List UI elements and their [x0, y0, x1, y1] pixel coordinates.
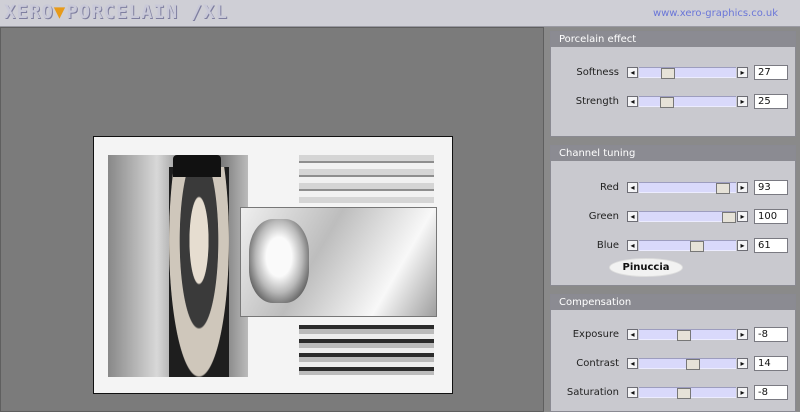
value-field[interactable]: 14	[754, 356, 788, 371]
slider-track[interactable]	[639, 329, 736, 341]
title-bar: XERO▼PORCELAIN /XL www.xero-graphics.co.…	[0, 0, 800, 27]
increment-icon[interactable]: ▸	[737, 358, 748, 369]
increment-icon[interactable]: ▸	[737, 211, 748, 222]
decrement-icon[interactable]: ◂	[627, 240, 638, 251]
value-field[interactable]: 27	[754, 65, 788, 80]
slider-blue: Blue ◂ ▸ 61	[551, 238, 797, 254]
slider-thumb[interactable]	[686, 359, 700, 370]
slider-label: Exposure	[572, 329, 619, 340]
value-field[interactable]: -8	[754, 385, 788, 400]
decrement-icon[interactable]: ◂	[627, 182, 638, 193]
decrement-icon[interactable]: ◂	[627, 67, 638, 78]
increment-icon[interactable]: ▸	[737, 387, 748, 398]
slider-track[interactable]	[639, 240, 736, 252]
slider-thumb[interactable]	[722, 212, 736, 223]
panel-porcelain-effect: Porcelain effect Softness ◂ ▸ 27 Strengt…	[550, 31, 796, 137]
preview-strip-bottom	[299, 325, 434, 375]
slider-track[interactable]	[639, 182, 736, 194]
slider-thumb[interactable]	[677, 330, 691, 341]
slider-thumb[interactable]	[677, 388, 691, 399]
slider-track[interactable]	[639, 358, 736, 370]
logo-text: XERO	[4, 1, 54, 23]
value-field[interactable]: 25	[754, 94, 788, 109]
value-field[interactable]: 93	[754, 180, 788, 195]
slider-thumb[interactable]	[661, 68, 675, 79]
decrement-icon[interactable]: ◂	[627, 96, 638, 107]
preview-image	[93, 136, 453, 394]
panel-title: Channel tuning	[551, 146, 795, 161]
slider-thumb[interactable]	[690, 241, 704, 252]
panel-compensation: Compensation Exposure ◂ ▸ -8 Contrast ◂ …	[550, 294, 796, 412]
slider-label: Contrast	[576, 358, 619, 369]
decrement-icon[interactable]: ◂	[627, 387, 638, 398]
panel-channel-tuning: Channel tuning Red ◂ ▸ 93 Green ◂ ▸ 100 …	[550, 145, 796, 286]
slider-track[interactable]	[639, 211, 736, 223]
slider-contrast: Contrast ◂ ▸ 14	[551, 356, 797, 372]
slider-track[interactable]	[639, 387, 736, 399]
slider-label: Red	[600, 182, 619, 193]
slider-track[interactable]	[639, 67, 736, 79]
preview-woman-figure	[169, 167, 229, 377]
increment-icon[interactable]: ▸	[737, 96, 748, 107]
slider-track[interactable]	[639, 96, 736, 108]
slider-label: Softness	[576, 67, 619, 78]
app-logo: XERO▼PORCELAIN /XL	[4, 1, 228, 23]
slider-strength: Strength ◂ ▸ 25	[551, 94, 797, 110]
slider-label: Blue	[596, 240, 619, 251]
slider-label: Saturation	[566, 387, 619, 398]
value-field[interactable]: 61	[754, 238, 788, 253]
decrement-icon[interactable]: ◂	[627, 211, 638, 222]
preview-pane	[0, 27, 544, 412]
logo-text-rest: PORCELAIN /XL	[66, 1, 228, 23]
slider-label: Strength	[575, 96, 619, 107]
increment-icon[interactable]: ▸	[737, 240, 748, 251]
increment-icon[interactable]: ▸	[737, 329, 748, 340]
slider-label: Green	[588, 211, 619, 222]
preview-face	[249, 219, 309, 303]
preview-strip-top	[299, 155, 434, 203]
slider-thumb[interactable]	[660, 97, 674, 108]
decrement-icon[interactable]: ◂	[627, 329, 638, 340]
website-link[interactable]: www.xero-graphics.co.uk	[653, 8, 778, 19]
author-watermark: Pinuccia	[609, 258, 683, 277]
slider-red: Red ◂ ▸ 93	[551, 180, 797, 196]
value-field[interactable]: 100	[754, 209, 788, 224]
decrement-icon[interactable]: ◂	[627, 358, 638, 369]
increment-icon[interactable]: ▸	[737, 182, 748, 193]
slider-softness: Softness ◂ ▸ 27	[551, 65, 797, 81]
slider-saturation: Saturation ◂ ▸ -8	[551, 385, 797, 401]
value-field[interactable]: -8	[754, 327, 788, 342]
logo-triangle-icon: ▼	[53, 1, 67, 23]
preview-top-hat	[173, 155, 221, 177]
panel-title: Compensation	[551, 295, 795, 310]
slider-thumb[interactable]	[716, 183, 730, 194]
panel-title: Porcelain effect	[551, 32, 795, 47]
increment-icon[interactable]: ▸	[737, 67, 748, 78]
slider-exposure: Exposure ◂ ▸ -8	[551, 327, 797, 343]
slider-green: Green ◂ ▸ 100	[551, 209, 797, 225]
